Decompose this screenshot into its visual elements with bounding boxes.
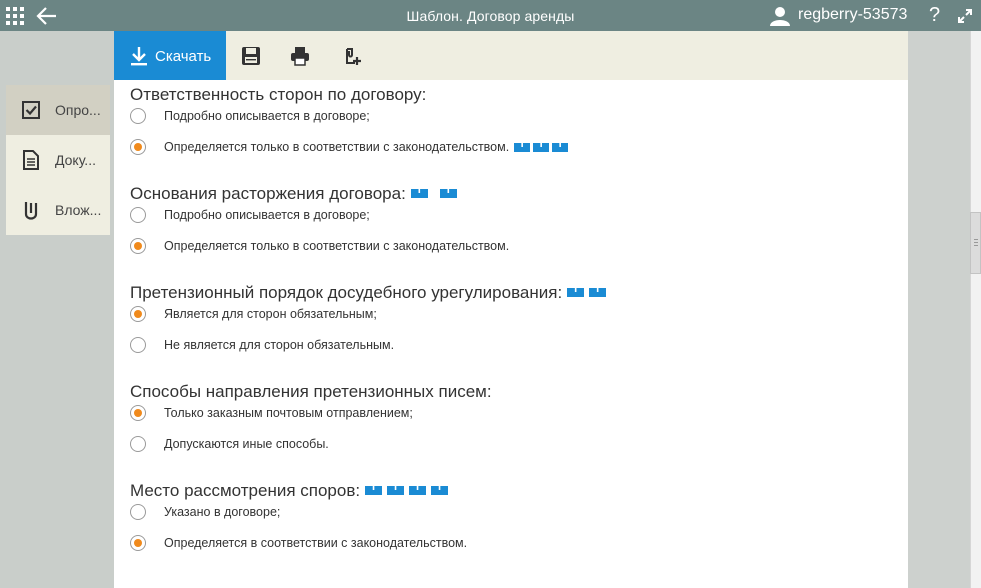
info-icon[interactable] (409, 483, 427, 496)
radio-button-checked[interactable] (130, 405, 146, 421)
info-icon[interactable] (431, 483, 449, 496)
right-frame (908, 31, 970, 588)
scrollbar-track[interactable] (970, 31, 981, 588)
question-section: Основания расторжения договора: Подробно… (130, 183, 900, 254)
question-title: Ответственность сторон по договору: (130, 84, 900, 106)
question-section: Претензионный порядок досудебного урегул… (130, 282, 900, 353)
scrollbar-grip (974, 239, 978, 240)
scrollbar-thumb[interactable] (970, 212, 981, 274)
question-title-text: Ответственность сторон по договору: (130, 84, 427, 104)
radio-button[interactable] (130, 108, 146, 124)
question-title: Место рассмотрения споров: (130, 480, 900, 502)
question-title-text: Основания расторжения договора: (130, 183, 406, 203)
download-button[interactable]: Скачать (114, 31, 226, 80)
info-icon[interactable] (365, 483, 383, 496)
question-title: Претензионный порядок досудебного урегул… (130, 282, 900, 304)
top-bar: Шаблон. Договор аренды regberry-53573 ? (0, 0, 981, 31)
info-icon[interactable] (387, 483, 405, 496)
radio-button[interactable] (130, 207, 146, 223)
left-sidebar: Опро... Доку... Влож... (6, 85, 110, 235)
expand-icon[interactable] (957, 8, 973, 24)
questionnaire-content: Ответственность сторон по договору: Подр… (114, 80, 908, 588)
download-label: Скачать (155, 48, 212, 65)
radio-button-checked[interactable] (130, 535, 146, 551)
scrollbar-grip (974, 245, 978, 246)
sidebar-item-document[interactable]: Доку... (6, 135, 110, 185)
sidebar-item-label: Опро... (55, 102, 101, 118)
question-section: Место рассмотрения споров: Указано в дог… (130, 480, 900, 551)
question-title: Основания расторжения договора: (130, 183, 900, 205)
radio-button-checked[interactable] (130, 306, 146, 322)
info-icon[interactable] (410, 186, 428, 199)
answer-label: Определяется только в соответствии с зак… (164, 140, 569, 154)
answer-label: Только заказным почтовым отправлением; (164, 406, 413, 420)
answer-label: Подробно описывается в договоре; (164, 208, 370, 222)
toolbar: Скачать (114, 31, 908, 80)
question-title-text: Претензионный порядок досудебного урегул… (130, 282, 563, 302)
attachment-icon (24, 202, 38, 220)
info-icon[interactable] (589, 285, 607, 298)
checkbox-icon (22, 101, 40, 119)
radio-button-checked[interactable] (130, 238, 146, 254)
info-icon[interactable] (552, 140, 569, 153)
question-title-text: Способы направления претензионных писем: (130, 381, 492, 401)
radio-button[interactable] (130, 504, 146, 520)
document-icon (23, 150, 39, 170)
info-icon[interactable] (533, 140, 550, 153)
user-name[interactable]: regberry-53573 (798, 6, 907, 24)
radio-button[interactable] (130, 337, 146, 353)
answer-label: Определяется в соответствии с законодате… (164, 536, 468, 550)
sidebar-item-label: Доку... (55, 152, 96, 168)
sidebar-item-attachments[interactable]: Влож... (6, 185, 110, 235)
help-button[interactable]: ? (929, 4, 940, 27)
download-icon (131, 47, 147, 66)
radio-button[interactable] (130, 436, 146, 452)
answer-label: Допускаются иные способы. (164, 437, 329, 451)
question-section: Ответственность сторон по договору: Подр… (130, 84, 900, 155)
radio-button-checked[interactable] (130, 139, 146, 155)
answer-label: Не является для сторон обязательным. (164, 338, 395, 352)
scrollbar-grip (974, 242, 978, 243)
print-icon[interactable] (289, 45, 311, 67)
question-title: Способы направления претензионных писем: (130, 381, 900, 403)
info-icon[interactable] (439, 186, 457, 199)
info-icon[interactable] (567, 285, 585, 298)
save-icon[interactable] (240, 45, 262, 67)
sidebar-item-label: Влож... (55, 202, 102, 218)
user-icon (770, 7, 790, 26)
export-icon[interactable] (343, 45, 365, 67)
sidebar-item-survey[interactable]: Опро... (6, 85, 110, 135)
question-title-text: Место рассмотрения споров: (130, 480, 361, 500)
answer-label: Указано в договоре; (164, 505, 281, 519)
answer-label: Является для сторон обязательным; (164, 307, 377, 321)
answer-label: Подробно описывается в договоре; (164, 109, 370, 123)
question-section: Способы направления претензионных писем:… (130, 381, 900, 452)
info-icon[interactable] (514, 140, 531, 153)
answer-label: Определяется только в соответствии с зак… (164, 239, 510, 253)
